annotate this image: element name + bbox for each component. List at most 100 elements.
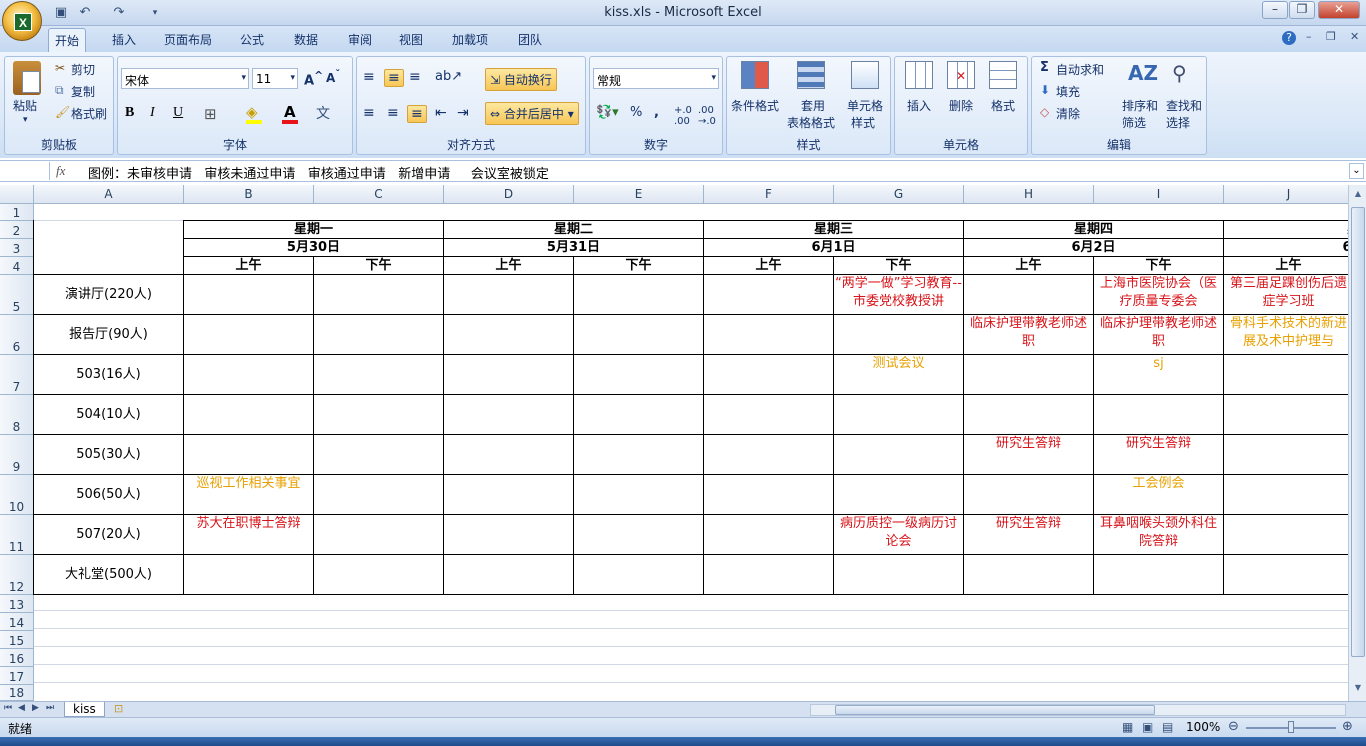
schedule-slot[interactable] (314, 475, 444, 515)
schedule-slot[interactable] (184, 315, 314, 355)
date-header-0603[interactable]: 6月 (1224, 239, 1348, 257)
schedule-slot[interactable] (184, 275, 314, 315)
currency-icon[interactable]: 💱▾ (596, 105, 619, 120)
event-cell-g11[interactable]: 病历质控一级病历讨论会 (834, 515, 964, 555)
corner-cell[interactable] (34, 220, 184, 275)
orientation-icon[interactable]: ab↗ (435, 69, 462, 84)
event-cell-i6[interactable]: 临床护理带教老师述职 (1094, 315, 1224, 355)
sort-filter-label2[interactable]: 筛选 (1122, 114, 1146, 131)
align-left-icon[interactable]: ≡ (363, 105, 375, 121)
schedule-slot[interactable] (444, 555, 574, 595)
schedule-slot[interactable] (184, 355, 314, 395)
room-label[interactable]: 505(30人) (34, 435, 184, 475)
row-header-4[interactable]: 4 (0, 257, 34, 275)
tab-team[interactable]: 团队 (512, 28, 548, 52)
column-header-b[interactable]: B (184, 185, 314, 204)
schedule-slot[interactable] (704, 315, 834, 355)
event-cell-i9[interactable]: 研究生答辩 (1094, 435, 1224, 475)
formula-expand-icon[interactable]: ⌄ (1349, 163, 1364, 179)
select-all-corner[interactable] (0, 185, 34, 204)
event-cell-g5[interactable]: “两学一做”学习教育--市委党校教授讲 (834, 275, 964, 315)
schedule-slot[interactable] (444, 435, 574, 475)
room-label[interactable]: 大礼堂(500人) (34, 555, 184, 595)
column-header-i[interactable]: I (1094, 185, 1224, 204)
event-cell-j6[interactable]: 骨科手术技术的新进展及术中护理与 (1224, 315, 1348, 355)
comma-icon[interactable]: , (654, 105, 659, 120)
day-header-mon[interactable]: 星期一 (184, 221, 444, 239)
underline-icon[interactable]: U (173, 105, 183, 121)
row-header-12[interactable]: 12 (0, 555, 34, 595)
date-header-0601[interactable]: 6月1日 (704, 239, 964, 257)
sheet-prev-icon[interactable]: ◀ (18, 703, 25, 713)
date-header-0531[interactable]: 5月31日 (444, 239, 704, 257)
row-header-17[interactable]: 17 (0, 667, 34, 685)
schedule-slot[interactable] (184, 435, 314, 475)
schedule-slot[interactable] (444, 515, 574, 555)
schedule-slot[interactable] (1224, 475, 1348, 515)
am-header[interactable]: 上午 (184, 257, 314, 275)
vertical-scrollbar[interactable]: ▲ ▼ (1348, 185, 1366, 701)
phonetic-icon[interactable]: 文 (316, 103, 330, 123)
schedule-slot[interactable] (184, 395, 314, 435)
font-color-icon[interactable]: A (284, 103, 296, 121)
event-cell-i7[interactable]: sj (1094, 355, 1224, 395)
row-header-1[interactable]: 1 (0, 204, 34, 221)
paste-icon[interactable] (13, 61, 41, 95)
fill-button[interactable]: 填充 (1056, 83, 1080, 100)
conditional-format-button[interactable]: 条件格式 (731, 97, 779, 114)
decrease-indent-icon[interactable]: ⇤ (435, 105, 447, 121)
italic-icon[interactable]: I (150, 105, 155, 121)
maximize-button[interactable]: ❐ (1289, 1, 1315, 19)
zoom-slider-thumb[interactable] (1288, 721, 1294, 733)
tab-data[interactable]: 数据 (288, 28, 324, 52)
event-cell-g7[interactable]: 测试会议 (834, 355, 964, 395)
row-header-2[interactable]: 2 (0, 221, 34, 239)
horizontal-scrollbar[interactable] (810, 704, 1346, 716)
schedule-slot[interactable] (444, 355, 574, 395)
ribbon-restore-icon[interactable]: ❐ (1326, 30, 1336, 43)
zoom-out-icon[interactable]: ⊖ (1228, 719, 1239, 734)
room-label[interactable]: 504(10人) (34, 395, 184, 435)
delete-cells-button[interactable]: 删除 (949, 97, 973, 114)
close-button[interactable]: ✕ (1318, 1, 1360, 19)
clear-button[interactable]: 清除 (1056, 105, 1080, 122)
am-header[interactable]: 上午 (444, 257, 574, 275)
row-header-5[interactable]: 5 (0, 275, 34, 315)
tab-home[interactable]: 开始 (48, 28, 87, 52)
tab-insert[interactable]: 插入 (106, 28, 142, 52)
scroll-down-icon[interactable]: ▼ (1351, 681, 1365, 695)
font-name-select[interactable]: 宋体 ▾ (121, 68, 249, 89)
column-header-h[interactable]: H (964, 185, 1094, 204)
sheet-tab-kiss[interactable]: kiss (64, 702, 105, 717)
schedule-slot[interactable] (574, 275, 704, 315)
paste-button[interactable]: 粘贴 (13, 97, 37, 114)
schedule-slot[interactable] (834, 555, 964, 595)
schedule-slot[interactable] (314, 355, 444, 395)
fill-color-icon[interactable]: ◈ (246, 103, 258, 121)
schedule-slot[interactable] (574, 475, 704, 515)
schedule-slot[interactable] (704, 555, 834, 595)
row-header-13[interactable]: 13 (0, 595, 34, 613)
cell-styles-label2[interactable]: 样式 (851, 114, 875, 131)
row-header-11[interactable]: 11 (0, 515, 34, 555)
row-header-10[interactable]: 10 (0, 475, 34, 515)
row-header-18[interactable]: 18 (0, 685, 34, 701)
schedule-slot[interactable] (834, 475, 964, 515)
schedule-slot[interactable] (1224, 395, 1348, 435)
row-header-8[interactable]: 8 (0, 395, 34, 435)
schedule-slot[interactable] (704, 395, 834, 435)
sheet-last-icon[interactable]: ⏭ (46, 703, 54, 713)
column-header-a[interactable]: A (34, 185, 184, 204)
page-break-view-icon[interactable]: ▤ (1162, 720, 1173, 734)
event-cell-b11[interactable]: 苏大在职博士答辩 (184, 515, 314, 555)
find-select-icon[interactable]: ⚲ (1172, 61, 1187, 85)
schedule-slot[interactable] (964, 275, 1094, 315)
event-cell-h11[interactable]: 研究生答辩 (964, 515, 1094, 555)
tab-page-layout[interactable]: 页面布局 (158, 28, 218, 52)
grow-font-icon[interactable]: A^ (304, 69, 323, 88)
ribbon-minimize-icon[interactable]: – (1306, 30, 1312, 43)
name-box[interactable] (2, 162, 50, 180)
event-cell-i10[interactable]: 工会例会 (1094, 475, 1224, 515)
schedule-slot[interactable] (834, 395, 964, 435)
schedule-slot[interactable] (314, 275, 444, 315)
